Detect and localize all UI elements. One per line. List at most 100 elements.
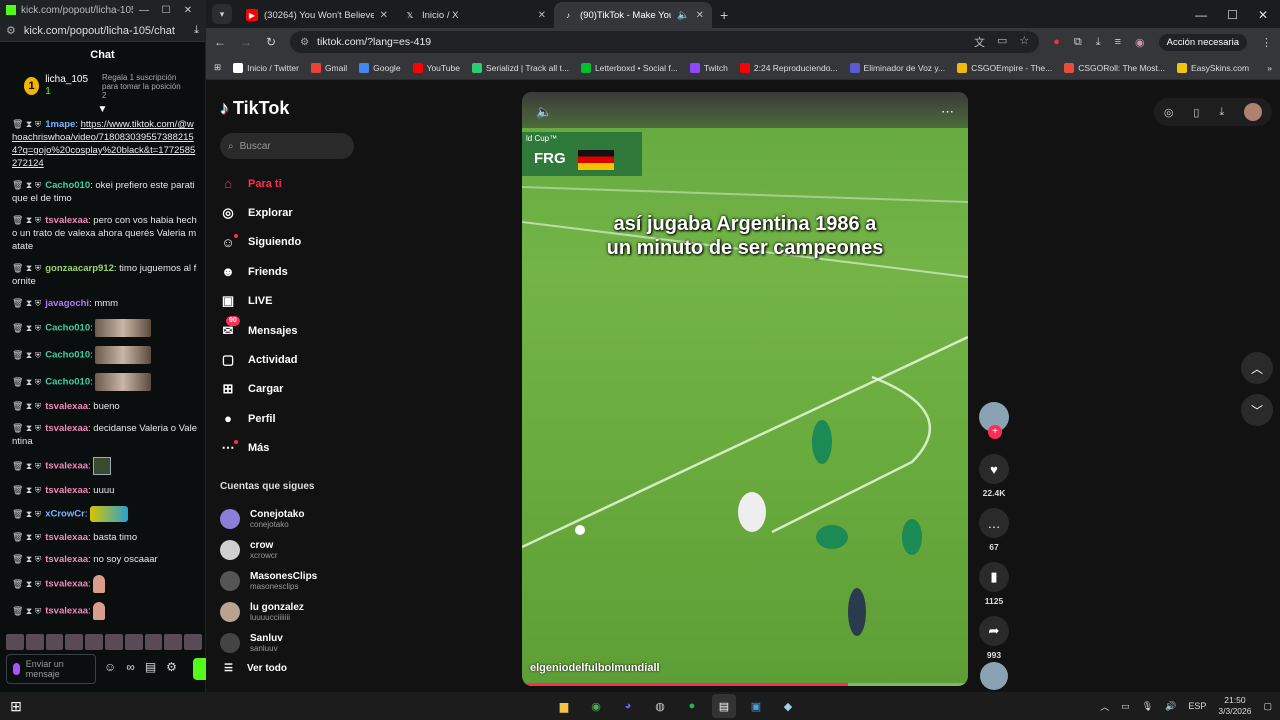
store-icon[interactable]: ▤ [145,660,156,674]
mod-badge-icons[interactable]: 🗑 ⧗ ⛨ [12,485,41,495]
leaderboard-pinned[interactable]: 1 licha_105 1 Regala 1 suscripción para … [0,68,205,104]
video-progress-bar[interactable] [522,683,968,686]
bookmark-item[interactable]: EasySkins.com [1176,62,1249,73]
tab-search-icon[interactable]: ▾ [212,4,232,24]
nav-item-profile[interactable]: ● Perfil [220,404,356,433]
extension-icon[interactable]: ● [1053,36,1060,48]
bookmark-item[interactable]: 2:24 Reproduciendo... [739,62,838,73]
chat-username[interactable]: Cacho010 [45,350,90,361]
language-indicator[interactable]: ESP [1188,701,1206,711]
window-app-icon[interactable]: ▣ [744,694,768,718]
download-app-icon[interactable]: ⤓ [1219,106,1224,119]
new-tab-icon[interactable]: + [712,7,736,28]
mic-tray-icon[interactable]: 🎙 [1142,701,1153,712]
file-explorer-icon[interactable]: ▆ [552,694,576,718]
following-account[interactable]: MasonesClips masonesclips [220,566,356,597]
menu-icon[interactable]: ⋮ [1261,36,1272,49]
notepad-icon[interactable]: ▤ [712,694,736,718]
mod-badge-icons[interactable]: 🗑 ⧗ ⛨ [12,350,41,360]
chat-username[interactable]: Cacho010 [45,323,90,334]
apps-icon[interactable]: ⊞ [214,62,221,73]
clock[interactable]: 21:50 3/3/2026 [1218,695,1251,717]
maximize-icon[interactable]: ☐ [1227,8,1238,22]
chat-username[interactable]: tsvalexaa [45,401,88,412]
mod-badge-icons[interactable]: 🗑 ⧗ ⛨ [12,423,41,433]
bookmark-item[interactable]: Twitch [689,62,728,73]
mod-badge-icons[interactable]: 🗑 ⧗ ⛨ [12,554,41,564]
following-account[interactable]: lu gonzalez luuuucciiiiiii [220,597,356,628]
volume-icon[interactable]: 🔈 [536,104,552,120]
address-bar[interactable]: ⚙ tiktok.com/?lang=es-419 文 ▭ ☆ [290,31,1040,53]
close-tab-icon[interactable]: ✕ [538,10,546,21]
chat-username[interactable]: gonzaacarp912 [45,263,114,274]
cast-icon[interactable]: ▭ [997,34,1007,50]
nav-item-live[interactable]: ▣ LIVE [220,287,356,316]
user-avatar[interactable] [1244,103,1263,121]
bookmark-item[interactable]: Letterboxd • Social f... [580,62,678,73]
minimize-icon[interactable]: — [1195,8,1207,22]
bookmark-item[interactable]: CSGOEmpire - The... [957,62,1052,73]
site-info-icon[interactable]: ⚙ [300,37,309,48]
back-icon[interactable]: ← [214,35,226,49]
chat-username[interactable]: tsvalexaa [45,606,88,617]
reload-icon[interactable]: ↻ [266,35,276,49]
bookmark-star-icon[interactable]: ☆ [1019,34,1029,50]
mod-badge-icons[interactable]: 🗑 ⧗ ⛨ [12,377,41,387]
tray-chevron-icon[interactable]: ︿ [1100,700,1109,713]
close-icon[interactable]: ✕ [177,5,199,16]
chat-username[interactable]: Cacho010 [45,180,90,191]
mod-badge-icons[interactable]: 🗑 ⧗ ⛨ [12,579,41,589]
bookmark-item[interactable]: Serializd | Track all t... [471,62,569,73]
close-tab-icon[interactable]: ✕ [696,10,704,21]
more-options-icon[interactable]: ⋯ [941,104,954,120]
share-icon[interactable]: ➦ [979,616,1009,646]
chat-username[interactable]: xCrowCr [45,509,85,520]
expand-icon[interactable]: ▼ [0,104,205,118]
mod-badge-icons[interactable]: 🗑 ⧗ ⛨ [12,323,41,333]
chat-username[interactable]: javagochi [45,298,89,309]
chat-username[interactable]: tsvalexaa [45,461,88,472]
see-all-button[interactable]: ☰ Ver todo [220,663,356,674]
browser-tab[interactable]: ♪ (90)TikTok - Make Your Day 🔈 ✕ [554,2,712,28]
nav-item-more[interactable]: ⋯ Más [220,434,356,463]
previous-video-icon[interactable]: ︿ [1241,352,1273,384]
chrome-icon[interactable]: ◉ [584,694,608,718]
steam-icon[interactable]: ◍ [648,694,672,718]
audio-playing-icon[interactable]: 🔈 [677,10,689,21]
music-disc-avatar[interactable] [980,662,1008,690]
mod-badge-icons[interactable]: 🗑 ⧗ ⛨ [12,606,41,616]
close-tab-icon[interactable]: ✕ [380,10,388,21]
nav-item-upload[interactable]: ⊞ Cargar [220,375,356,404]
profile-icon[interactable]: ◉ [1135,36,1145,49]
chat-username[interactable]: tsvalexaa [45,215,88,226]
maximize-icon[interactable]: ☐ [155,5,177,16]
nav-item-activity[interactable]: ▢ Actividad [220,345,356,374]
bookmark-item[interactable]: Gmail [310,62,347,73]
creator-avatar[interactable]: + [979,402,1009,439]
tray-app-icon[interactable]: ▭ [1121,701,1130,712]
nav-item-compass[interactable]: ◎ Explorar [220,198,356,227]
minimize-icon[interactable]: — [133,5,155,16]
chat-username[interactable]: Cacho010 [45,377,90,388]
mobile-app-icon[interactable]: ▯ [1193,106,1199,119]
chat-username[interactable]: tsvalexaa [45,579,88,590]
bookmark-item[interactable]: Eliminador de Voz y... [849,62,945,73]
notifications-icon[interactable]: ▢ [1263,701,1272,712]
mod-badge-icons[interactable]: 🗑 ⧗ ⛨ [12,509,41,519]
heart-icon[interactable]: ♥ [979,454,1009,484]
mod-badge-icons[interactable]: 🗑 ⧗ ⛨ [12,401,41,411]
mod-badge-icons[interactable]: 🗑 ⧗ ⛨ [12,215,41,225]
mod-badge-icons[interactable]: 🗑 ⧗ ⛨ [12,461,41,471]
tiktok-logo[interactable]: ♪ TikTok [220,98,356,119]
search-input[interactable]: ⌕ Buscar [220,133,354,159]
downloads-icon[interactable]: ⤓ [1096,36,1101,49]
site-settings-icon[interactable]: ⚙ [6,24,16,37]
nav-item-messages[interactable]: ✉ 90 Mensajes [220,315,356,345]
chat-username[interactable]: tsvalexaa [45,423,88,434]
browser-tab[interactable]: ▶ (30264) You Won't Believe This ✕ [238,2,396,28]
chat-username[interactable]: 1mape [45,119,75,130]
mod-badge-icons[interactable]: 🗑 ⧗ ⛨ [12,532,41,542]
nav-item-home[interactable]: ⌂ Para ti [220,169,356,198]
following-account[interactable]: Conejotako conejotako [220,504,356,535]
emoji-icon[interactable]: ☺ [104,660,116,674]
